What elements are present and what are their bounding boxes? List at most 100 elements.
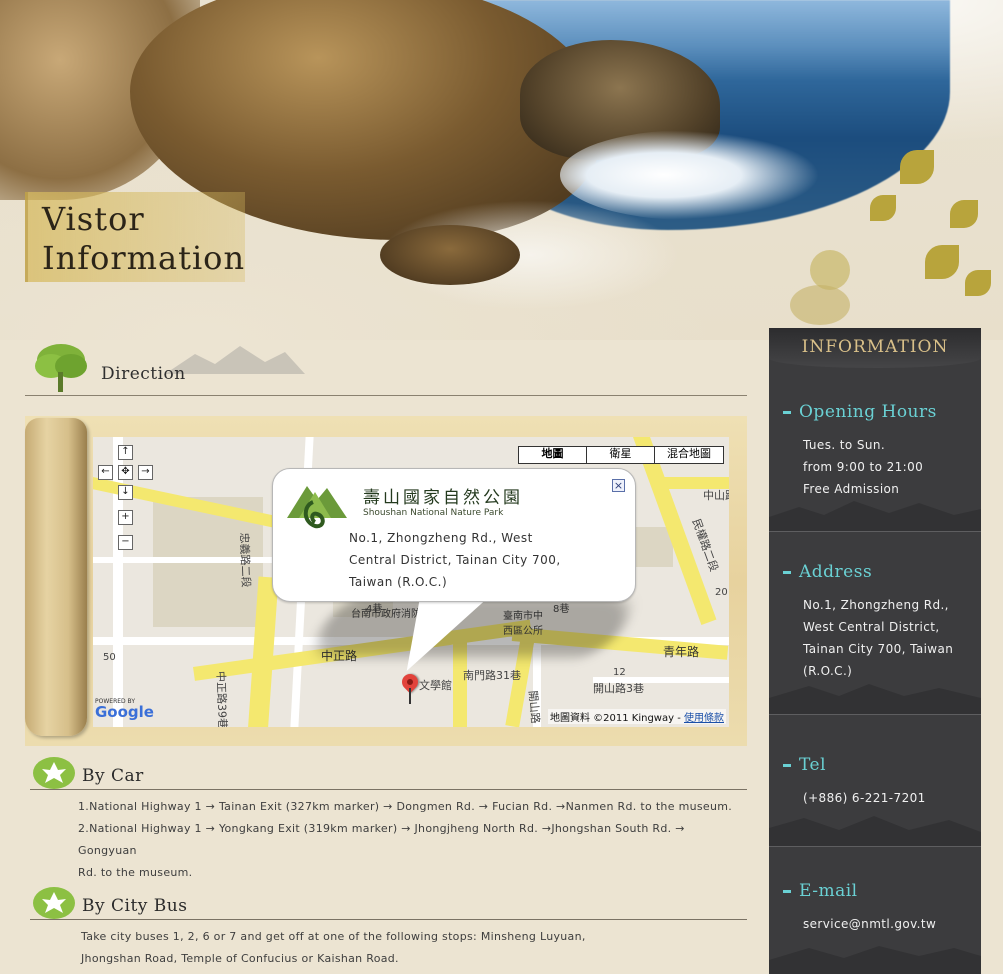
leaf-decoration <box>900 150 934 184</box>
pan-right-button[interactable]: → <box>138 465 153 480</box>
opening-hours-line1: Tues. to Sun. <box>803 438 886 452</box>
map-attribution: 地圖資料 ©2011 Kingway - 使用條款 <box>547 709 726 724</box>
opening-hours-line2: from 9:00 to 21:00 <box>803 460 924 474</box>
leaf-decoration <box>965 270 991 296</box>
popup-address-line2: Central District, Tainan City 700, <box>349 553 561 567</box>
info-sidebar: INFORMATION Opening Hours Tues. to Sun. … <box>769 328 981 974</box>
map-attribution-text: 地圖資料 ©2011 Kingway - <box>549 713 681 724</box>
street-label-qingnian: 青年路 <box>663 645 700 659</box>
terms-of-use-link[interactable]: 使用條款 <box>684 713 724 724</box>
by-car-header: By Car <box>30 756 747 790</box>
by-car-line2: 2.National Highway 1 → Yongkang Exit (31… <box>78 822 685 857</box>
popup-address-line1: No.1, Zhongzheng Rd., West <box>349 531 533 545</box>
address-text: No.1, Zhongzheng Rd., West Central Distr… <box>803 594 953 682</box>
map-type-map[interactable]: 地圖 <box>519 447 587 463</box>
tree-icon <box>35 344 87 392</box>
leaf-decoration <box>810 250 850 290</box>
by-car-text: 1.National Highway 1 → Tainan Exit (327k… <box>30 790 747 884</box>
map-street <box>93 557 293 563</box>
mountain-decoration <box>165 346 305 374</box>
page-title-line2: Information <box>42 239 246 277</box>
hero-rock-small <box>380 225 520 285</box>
pan-left-button[interactable]: ← <box>98 465 113 480</box>
leaf-decoration <box>870 195 896 221</box>
mountain-decoration <box>769 946 981 974</box>
poi-museum: 文學館 <box>419 679 452 692</box>
by-bus-line2: Jhongshan Road, Temple of Confucius or K… <box>81 952 399 965</box>
street-label-zhongzheng39: 中正路39巷 <box>213 670 230 727</box>
map-type-hybrid[interactable]: 混合地圖 <box>655 447 723 463</box>
by-bus-line1: Take city buses 1, 2, 6 or 7 and get off… <box>81 930 586 943</box>
zoom-in-button[interactable]: + <box>118 510 133 525</box>
page-title-line1: Vistor <box>42 200 145 238</box>
by-bus-title: By City Bus <box>82 896 188 916</box>
tel-title: Tel <box>783 755 826 775</box>
by-car-line1: 1.National Highway 1 → Tainan Exit (327k… <box>78 800 733 813</box>
pan-center-button[interactable]: ✥ <box>118 465 133 480</box>
address-line2: West Central District, <box>803 620 940 634</box>
by-car-line3: Rd. to the museum. <box>78 866 193 879</box>
leaf-decoration <box>790 285 850 325</box>
google-logo[interactable]: POWERED BY Google <box>95 698 154 721</box>
map-marker-stem <box>409 688 411 704</box>
address-line1: No.1, Zhongzheng Rd., <box>803 598 949 612</box>
leaf-decoration <box>925 245 959 279</box>
email-block: E-mail service@nmtl.gov.tw <box>769 847 981 974</box>
by-car-section: By Car 1.National Highway 1 → Tainan Exi… <box>30 756 747 884</box>
tel-text: (+886) 6-221-7201 <box>803 787 926 809</box>
google-map[interactable]: 中正路 青年路 南門路31巷 開山路3巷 中山路 民權路二段 忠義路二段 中正路… <box>93 437 729 727</box>
park-name-zh: 壽山國家自然公園 <box>363 488 523 508</box>
by-bus-text: Take city buses 1, 2, 6 or 7 and get off… <box>30 920 590 970</box>
popup-address: No.1, Zhongzheng Rd., West Central Distr… <box>349 527 589 593</box>
email-text: service@nmtl.gov.tw <box>803 913 936 935</box>
map-number: 20 <box>715 587 728 598</box>
pan-down-button[interactable]: ↓ <box>118 485 133 500</box>
opening-hours-title: Opening Hours <box>783 402 937 422</box>
sidebar-header-label: INFORMATION <box>801 337 949 357</box>
street-label-kaishan: 開山路 <box>526 690 542 725</box>
map-number: 50 <box>103 652 116 663</box>
email-title: E-mail <box>783 881 858 901</box>
street-label-zhongyi: 忠義路二段 <box>237 532 253 588</box>
direction-header: Direction <box>25 340 747 396</box>
mountain-decoration <box>769 684 981 714</box>
map-street <box>113 437 123 727</box>
info-bubble: 壽山國家自然公園 Shoushan National Nature Park N… <box>272 468 636 602</box>
mountain-decoration <box>769 501 981 531</box>
close-icon[interactable]: × <box>612 479 625 492</box>
opening-hours-block: Opening Hours Tues. to Sun. from 9:00 to… <box>769 372 981 532</box>
street-label-zhongshan: 中山路 <box>703 489 729 502</box>
leaf-decoration <box>950 200 978 228</box>
email-link[interactable]: service@nmtl.gov.tw <box>803 913 936 935</box>
by-bus-header: By City Bus <box>30 886 747 920</box>
zoom-out-button[interactable]: − <box>118 535 133 550</box>
street-label-kaishan3: 開山路3巷 <box>593 682 644 695</box>
tel-value: (+886) 6-221-7201 <box>803 791 926 805</box>
mountain-decoration <box>769 816 981 846</box>
hero-banner: Vistor Information <box>0 0 1003 340</box>
street-label-nanmen31: 南門路31巷 <box>463 669 521 682</box>
map-type-selector: 地圖 衛星 混合地圖 <box>518 446 724 464</box>
by-car-title: By Car <box>82 766 144 786</box>
scroll-roll-decoration <box>25 418 87 736</box>
flower-icon <box>33 887 75 919</box>
map-type-satellite[interactable]: 衛星 <box>587 447 655 463</box>
address-line4: (R.O.C.) <box>803 664 853 678</box>
park-logo-icon <box>287 486 347 529</box>
popup-address-line3: Taiwan (R.O.C.) <box>349 575 448 589</box>
pan-up-button[interactable]: ↑ <box>118 445 133 460</box>
page-title: Vistor Information <box>25 192 245 282</box>
map-number: 12 <box>613 667 626 678</box>
park-name-en: Shoushan National Nature Park <box>363 508 504 518</box>
sidebar-header: INFORMATION <box>769 328 981 368</box>
by-bus-section: By City Bus Take city buses 1, 2, 6 or 7… <box>30 886 747 970</box>
flower-icon <box>33 757 75 789</box>
address-line3: Tainan City 700, Taiwan <box>803 642 954 656</box>
address-title: Address <box>783 562 872 582</box>
opening-hours-text: Tues. to Sun. from 9:00 to 21:00 Free Ad… <box>803 434 923 500</box>
opening-hours-line3: Free Admission <box>803 482 900 496</box>
google-wordmark: Google <box>95 703 154 721</box>
tel-block: Tel (+886) 6-221-7201 <box>769 715 981 847</box>
address-block: Address No.1, Zhongzheng Rd., West Centr… <box>769 532 981 715</box>
direction-label: Direction <box>101 364 186 384</box>
